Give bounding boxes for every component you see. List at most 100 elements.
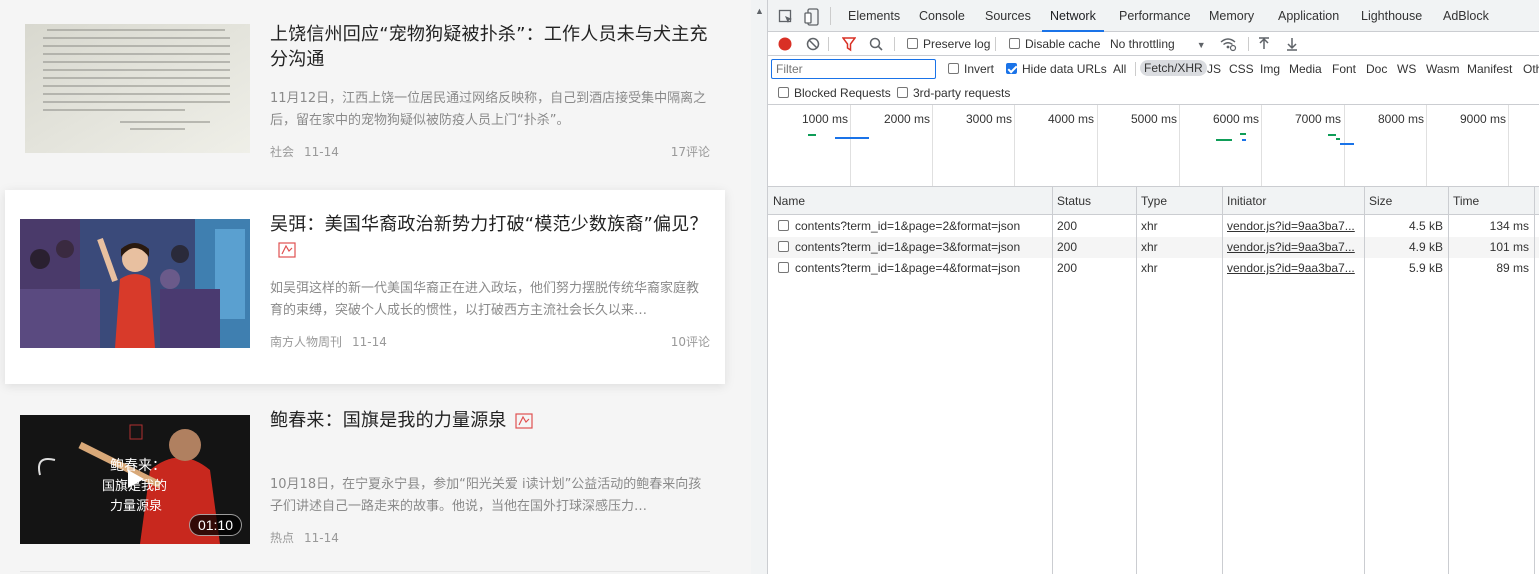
- document-photo-thumbnail[interactable]: [25, 24, 250, 153]
- article-comment-count[interactable]: 10评论: [671, 333, 710, 350]
- collapse-arrow-icon[interactable]: ▲: [755, 6, 764, 16]
- column-separator[interactable]: [1052, 187, 1053, 574]
- article-source[interactable]: 热点: [270, 531, 294, 545]
- invert-box[interactable]: [948, 63, 959, 74]
- preserve-log-checkbox[interactable]: Preserve log: [907, 32, 990, 56]
- article-comment-count[interactable]: 17评论: [671, 143, 710, 160]
- throttling-select[interactable]: No throttling ▼: [1110, 32, 1206, 56]
- row-checkbox[interactable]: [778, 241, 789, 252]
- blocked-requests-checkbox[interactable]: Blocked Requests: [778, 86, 891, 100]
- tab-memory[interactable]: Memory: [1209, 0, 1254, 32]
- table-row[interactable]: contents?term_id=1&page=3&format=json 20…: [768, 237, 1539, 258]
- third-party-box[interactable]: [897, 87, 908, 98]
- network-conditions-icon[interactable]: [1219, 32, 1237, 56]
- request-initiator-link[interactable]: vendor.js?id=9aa3ba7...: [1222, 237, 1362, 258]
- hide-data-urls-label: Hide data URLs: [1022, 62, 1107, 76]
- table-row[interactable]: contents?term_id=1&page=4&format=json 20…: [768, 258, 1539, 279]
- column-header-size[interactable]: Size: [1364, 187, 1392, 215]
- tab-sources[interactable]: Sources: [985, 0, 1031, 32]
- row-checkbox[interactable]: [778, 220, 789, 231]
- request-name[interactable]: contents?term_id=1&page=3&format=json: [773, 237, 1053, 258]
- disable-cache-checkbox[interactable]: Disable cache: [1009, 32, 1100, 56]
- article-title[interactable]: 吴弭：美国华裔政治新势力打破“模范少数族裔”偏见？: [270, 212, 710, 265]
- filter-input[interactable]: [771, 59, 936, 79]
- type-filter-manifest[interactable]: Manifest: [1467, 62, 1512, 76]
- request-name-text: contents?term_id=1&page=2&format=json: [795, 219, 1021, 233]
- column-header-initiator[interactable]: Initiator: [1222, 187, 1266, 215]
- svg-text:力量源泉: 力量源泉: [110, 498, 162, 514]
- request-initiator-link[interactable]: vendor.js?id=9aa3ba7...: [1222, 216, 1362, 237]
- disable-cache-box[interactable]: [1009, 38, 1020, 49]
- type-filter-img[interactable]: Img: [1260, 62, 1280, 76]
- preserve-log-box[interactable]: [907, 38, 918, 49]
- tab-adblock[interactable]: AdBlock: [1443, 0, 1489, 32]
- article-card[interactable]: 上饶信州回应“宠物狗疑被扑杀”：工作人员未与犬主充分沟通 11月12日，江西上饶…: [5, 0, 725, 194]
- tab-lighthouse[interactable]: Lighthouse: [1361, 0, 1422, 32]
- type-filter-media[interactable]: Media: [1289, 62, 1322, 76]
- toolbar-separator: [894, 37, 895, 51]
- tab-performance[interactable]: Performance: [1119, 0, 1191, 32]
- record-icon[interactable]: [778, 32, 792, 56]
- blocked-requests-box[interactable]: [778, 87, 789, 98]
- article-source[interactable]: 社会: [270, 145, 294, 159]
- third-party-checkbox[interactable]: 3rd-party requests: [897, 86, 1010, 100]
- column-separator[interactable]: [1222, 187, 1223, 574]
- row-checkbox[interactable]: [778, 262, 789, 273]
- column-separator[interactable]: [1136, 187, 1137, 574]
- badminton-video-thumbnail[interactable]: 鲍春来： 国旗是我的 力量源泉 01:10: [20, 415, 250, 544]
- timeline-bar: [1240, 133, 1246, 135]
- request-initiator-link[interactable]: vendor.js?id=9aa3ba7...: [1222, 258, 1362, 279]
- column-separator[interactable]: [1364, 187, 1365, 574]
- devtools-main: Elements Console Sources Network Perform…: [768, 0, 1539, 574]
- tab-network[interactable]: Network: [1042, 0, 1104, 32]
- column-separator[interactable]: [1448, 187, 1449, 574]
- column-header-type[interactable]: Type: [1136, 187, 1167, 215]
- type-filter-font[interactable]: Font: [1332, 62, 1356, 76]
- export-har-icon[interactable]: [1285, 32, 1299, 56]
- request-name[interactable]: contents?term_id=1&page=2&format=json: [773, 216, 1053, 237]
- timeline-label: 1000 ms: [801, 112, 848, 126]
- column-header-name[interactable]: Name: [768, 187, 805, 215]
- device-toolbar-icon[interactable]: [804, 8, 820, 29]
- article-card[interactable]: 鲍春来： 国旗是我的 力量源泉 01:10 鲍春来：国旗是我的力量源泉 10月1…: [5, 386, 725, 574]
- column-header-status[interactable]: Status: [1052, 187, 1091, 215]
- invert-checkbox[interactable]: Invert: [948, 62, 994, 76]
- type-filter-fetch-xhr[interactable]: Fetch/XHR: [1140, 60, 1207, 76]
- article-card[interactable]: 吴弭：美国华裔政治新势力打破“模范少数族裔”偏见？ 如吴弭这样的新一代美国华裔正…: [5, 190, 725, 384]
- type-filter-all[interactable]: All: [1113, 62, 1126, 76]
- search-icon[interactable]: [869, 32, 883, 56]
- request-name[interactable]: contents?term_id=1&page=4&format=json: [773, 258, 1053, 279]
- article-source[interactable]: 南方人物周刊: [270, 335, 342, 349]
- column-header-time[interactable]: Time: [1448, 187, 1479, 215]
- timeline-bar: [808, 134, 816, 136]
- tab-application[interactable]: Application: [1278, 0, 1339, 32]
- devtools-collapse-strip[interactable]: ▲: [751, 0, 768, 574]
- article-meta: 热点 11-14: [270, 529, 339, 546]
- hide-data-urls-box[interactable]: [1006, 63, 1017, 74]
- network-overview-timeline[interactable]: 1000 ms 2000 ms 3000 ms 4000 ms 5000 ms …: [768, 105, 1539, 187]
- article-title[interactable]: 上饶信州回应“宠物狗疑被扑杀”：工作人员未与犬主充分沟通: [270, 22, 710, 72]
- clear-icon[interactable]: [806, 32, 820, 56]
- type-filter-css[interactable]: CSS: [1229, 62, 1254, 76]
- table-row[interactable]: contents?term_id=1&page=2&format=json 20…: [768, 216, 1539, 237]
- timeline-bar: [1340, 143, 1354, 145]
- request-table-header: Name Status Type Initiator Size Time: [768, 187, 1539, 215]
- type-filter-other[interactable]: Oth: [1523, 62, 1539, 76]
- rally-photo-thumbnail[interactable]: [20, 219, 250, 348]
- filter-funnel-icon[interactable]: [841, 32, 857, 56]
- play-icon[interactable]: [123, 467, 147, 491]
- tab-elements[interactable]: Elements: [848, 0, 900, 32]
- import-har-icon[interactable]: [1257, 32, 1271, 56]
- article-body: 鲍春来：国旗是我的力量源泉 10月18日，在宁夏永宁县，参加“阳光关爱 i读计划…: [270, 408, 710, 558]
- type-filter-js[interactable]: JS: [1207, 62, 1221, 76]
- tab-console[interactable]: Console: [919, 0, 965, 32]
- type-filter-ws[interactable]: WS: [1397, 62, 1416, 76]
- type-filter-wasm[interactable]: Wasm: [1426, 62, 1460, 76]
- article-title[interactable]: 鲍春来：国旗是我的力量源泉: [270, 408, 710, 436]
- request-time: 134 ms: [1489, 219, 1529, 233]
- hide-data-urls-checkbox[interactable]: Hide data URLs: [1006, 62, 1107, 76]
- timeline-bar: [1216, 139, 1232, 141]
- type-filter-doc[interactable]: Doc: [1366, 62, 1387, 76]
- column-separator[interactable]: [1534, 187, 1535, 574]
- inspect-element-icon[interactable]: [778, 9, 794, 28]
